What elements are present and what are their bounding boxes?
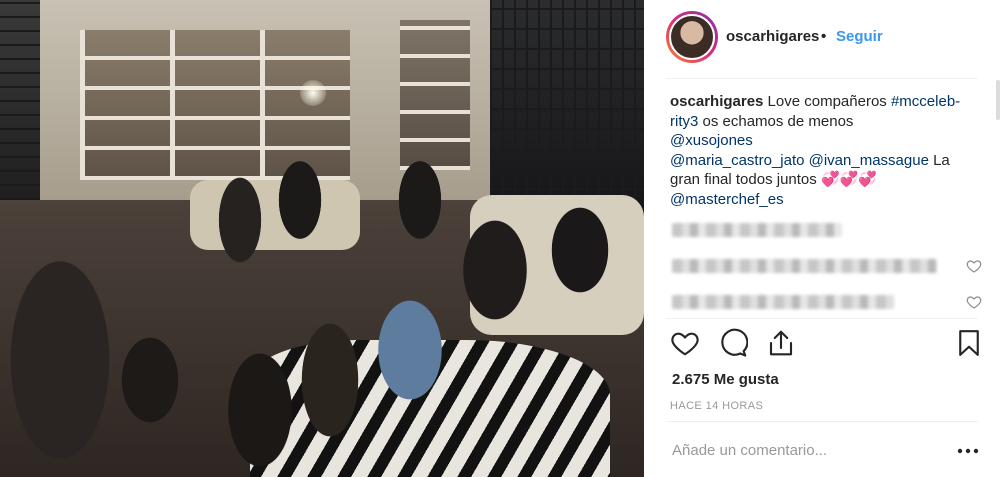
caption-text-2: os echamos de menos	[698, 112, 854, 130]
header-divider	[666, 78, 978, 79]
follow-button[interactable]: Seguir	[836, 28, 883, 45]
post-photo[interactable]	[0, 0, 644, 477]
heart-icon[interactable]	[966, 258, 982, 274]
comment-input[interactable]	[672, 439, 932, 461]
caption-username[interactable]: oscarhigares	[670, 93, 763, 110]
actions-divider	[666, 318, 978, 319]
comment-item	[672, 292, 982, 312]
comment-blurred-text	[672, 223, 842, 237]
header-username[interactable]: oscarhigares	[726, 28, 819, 45]
avatar-story-ring[interactable]	[666, 11, 718, 63]
comments-scrollbar[interactable]	[996, 80, 1000, 320]
photo-bookshelves-right	[400, 20, 470, 170]
likes-count[interactable]: 2.675 Me gusta	[672, 371, 779, 388]
post-actions	[666, 328, 984, 360]
caption-mention-maria[interactable]: @maria_castro_jato	[670, 152, 804, 169]
caption-mention-ivan[interactable]: @ivan_massague	[809, 152, 929, 169]
heart-icon[interactable]	[670, 328, 700, 358]
bookmark-icon[interactable]	[954, 328, 984, 358]
comment-blurred-text	[672, 295, 894, 309]
comments-scroll-thumb[interactable]	[996, 80, 1000, 120]
caption-mention-xusojones[interactable]: @xusojones	[670, 132, 753, 149]
photo-lamp	[300, 80, 326, 106]
post-timestamp[interactable]: HACE 14 HORAS	[670, 400, 763, 412]
comment-item	[672, 219, 982, 239]
comment-blurred-text	[672, 259, 937, 273]
header-separator: •	[821, 28, 827, 45]
avatar[interactable]	[669, 14, 715, 60]
heart-icon[interactable]	[966, 294, 982, 310]
caption-text-1: Love compañeros	[763, 93, 891, 110]
comment-item	[672, 256, 982, 276]
comment-box	[644, 421, 1000, 477]
comment-icon[interactable]	[718, 328, 748, 358]
post-header: oscarhigares • Seguir	[644, 0, 1000, 78]
more-options-icon[interactable]	[955, 441, 981, 461]
photo-people	[0, 150, 644, 477]
post-caption: oscarhigares Love compañeros #mcceleb­ri…	[670, 92, 962, 209]
caption-emoji: 💞💞💞	[820, 171, 877, 188]
caption-mention-masterchef[interactable]: @masterchef_es	[670, 191, 784, 208]
post-side-panel: oscarhigares • Seguir oscarhigares Love …	[644, 0, 1000, 477]
share-icon[interactable]	[766, 328, 796, 358]
